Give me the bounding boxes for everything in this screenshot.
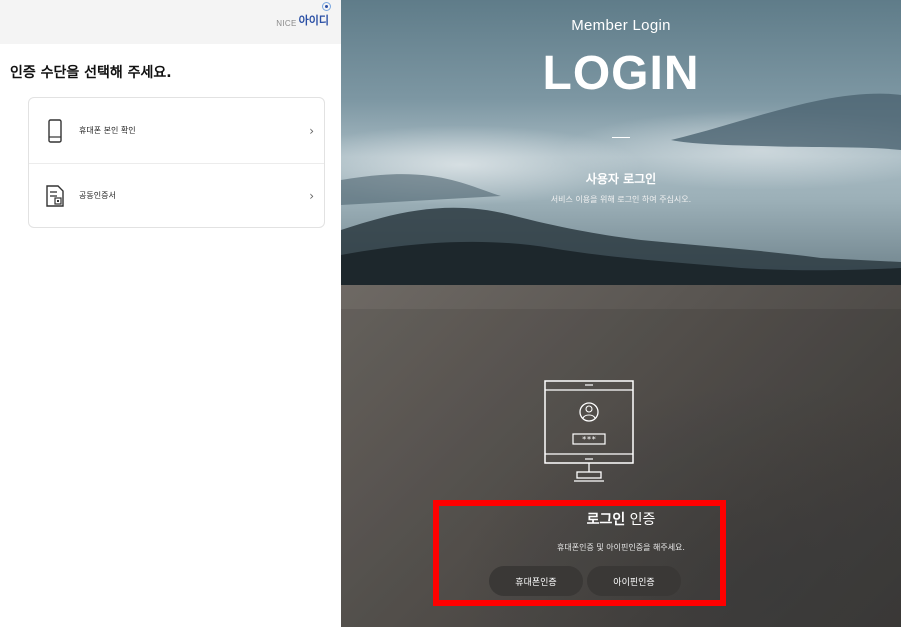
- monitor-login-icon: ***: [544, 380, 634, 482]
- user-login-description: 서비스 이용을 위해 로그인 하여 주십시오.: [550, 195, 692, 204]
- monitor-password-text: ***: [582, 435, 597, 444]
- mobile-phone-icon: [45, 118, 65, 144]
- auth-method-certificate[interactable]: 공동인증서 ›: [29, 163, 324, 228]
- logo-name: 아이디: [299, 2, 331, 28]
- auth-method-mobile[interactable]: 휴대폰 본인 확인 ›: [29, 98, 324, 164]
- member-login-subtitle: Member Login: [571, 17, 671, 34]
- hero-banner: Member Login LOGIN 사용자 로그인 서비스 이용을 위해 로그…: [341, 0, 901, 285]
- popup-title: 인증 수단을 선택해 주세요.: [10, 65, 172, 81]
- chevron-right-icon: ›: [309, 123, 314, 138]
- mountain-landscape-image: [341, 93, 901, 285]
- logo-prefix: NICE: [276, 19, 297, 28]
- auth-method-label: 공동인증서: [79, 191, 116, 200]
- certificate-icon: [45, 183, 65, 209]
- login-heading: LOGIN: [542, 47, 700, 100]
- user-login-title: 사용자 로그인: [585, 172, 657, 186]
- auth-method-list: 휴대폰 본인 확인 › 공동인증서 ›: [28, 97, 325, 228]
- chevron-right-icon: ›: [309, 188, 314, 203]
- highlight-box: [433, 500, 726, 606]
- popup-header: NICE 아이디: [0, 0, 341, 44]
- logo-mark-icon: [322, 2, 331, 11]
- auth-method-label: 휴대폰 본인 확인: [79, 126, 136, 135]
- nice-id-logo: NICE 아이디: [276, 2, 331, 28]
- auth-method-popup: NICE 아이디 인증 수단을 선택해 주세요. 휴대폰 본인 확인 › 공동인…: [0, 0, 341, 627]
- divider: [612, 137, 630, 138]
